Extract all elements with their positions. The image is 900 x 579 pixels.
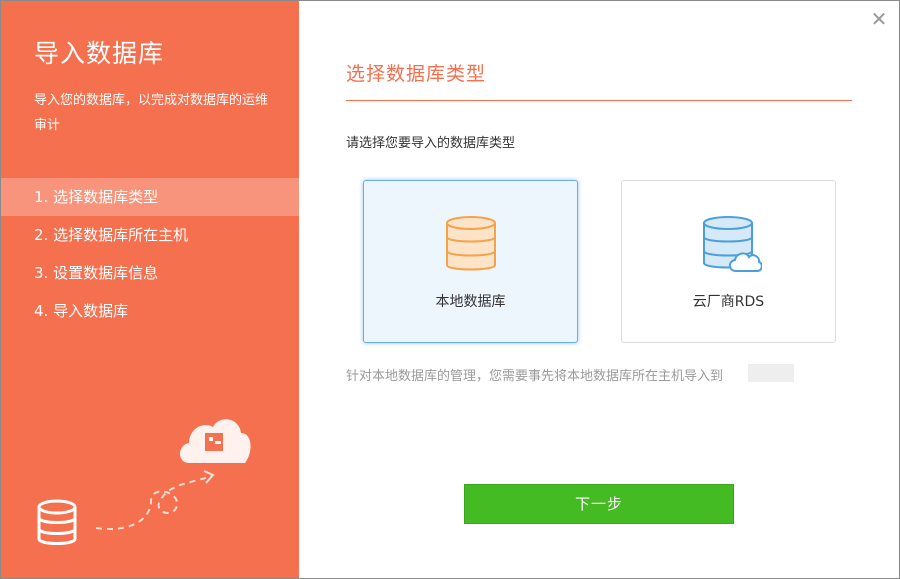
local-database-label: 本地数据库 bbox=[435, 294, 506, 310]
wizard-content: ✕ 选择数据库类型 请选择您要导入的数据库类型 本地数据库 云厂商RDS 针对本… bbox=[299, 1, 899, 578]
hint-text: 针对本地数据库的管理，您需要事先将本地数据库所在主机导入到 bbox=[346, 369, 724, 384]
cloud-database-icon bbox=[703, 216, 762, 272]
redacted-text bbox=[748, 364, 794, 382]
dashed-path bbox=[95, 475, 212, 530]
section-divider bbox=[346, 100, 852, 101]
step-import[interactable]: 4. 导入数据库 bbox=[1, 292, 299, 330]
cloud-illustration-icon bbox=[180, 419, 251, 463]
section-title: 选择数据库类型 bbox=[346, 63, 487, 85]
cloud-rds-label: 云厂商RDS bbox=[692, 294, 765, 310]
wizard-sidebar: 导入数据库 导入您的数据库，以完成对数据库的运维审计 1. 选择数据库类型 2.… bbox=[1, 1, 299, 578]
wizard-title: 导入数据库 bbox=[34, 39, 165, 68]
wizard-description: 导入您的数据库，以完成对数据库的运维审计 bbox=[34, 93, 269, 133]
wizard-steps: 1. 选择数据库类型 2. 选择数据库所在主机 3. 设置数据库信息 4. 导入… bbox=[1, 178, 299, 330]
import-illustration bbox=[37, 419, 251, 545]
db-type-prompt: 请选择您要导入的数据库类型 bbox=[346, 136, 516, 151]
step-select-host[interactable]: 2. 选择数据库所在主机 bbox=[1, 216, 299, 254]
step-select-db-type[interactable]: 1. 选择数据库类型 bbox=[1, 178, 299, 216]
step-db-info[interactable]: 3. 设置数据库信息 bbox=[1, 254, 299, 292]
database-illustration-icon bbox=[37, 499, 77, 545]
next-button[interactable]: 下一步 bbox=[464, 484, 734, 524]
cloud-rds-option[interactable]: 云厂商RDS bbox=[621, 180, 836, 343]
close-icon[interactable]: ✕ bbox=[869, 9, 889, 29]
local-database-option[interactable]: 本地数据库 bbox=[363, 180, 578, 343]
import-database-dialog: 导入数据库 导入您的数据库，以完成对数据库的运维审计 1. 选择数据库类型 2.… bbox=[0, 0, 900, 579]
database-icon bbox=[446, 216, 496, 271]
